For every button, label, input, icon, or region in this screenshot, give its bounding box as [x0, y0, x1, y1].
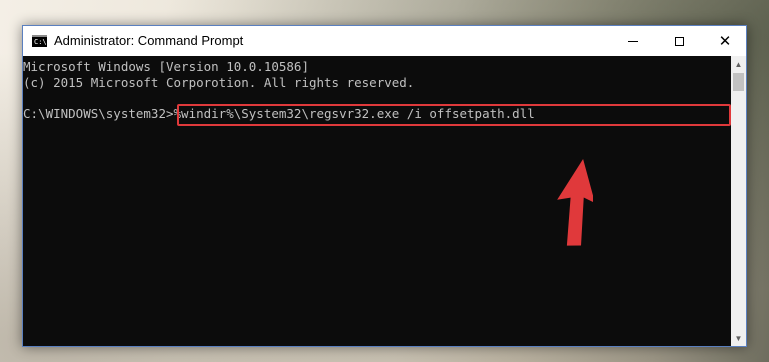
window-title: Administrator: Command Prompt — [54, 33, 244, 48]
cmd-icon: C:\ — [32, 35, 47, 47]
maximize-button[interactable] — [656, 26, 702, 56]
scrollbar-thumb[interactable] — [733, 73, 744, 91]
scroll-down-icon[interactable]: ▼ — [731, 330, 746, 346]
vertical-scrollbar[interactable]: ▲ ▼ — [731, 56, 746, 346]
command-highlight-box — [177, 104, 731, 126]
title-bar[interactable]: C:\ Administrator: Command Prompt ✕ — [23, 26, 746, 56]
console-output[interactable]: Microsoft Windows [Version 10.0.10586] (… — [23, 56, 731, 346]
minimize-icon — [628, 40, 638, 42]
close-icon: ✕ — [718, 32, 732, 50]
close-button[interactable]: ✕ — [702, 26, 748, 56]
red-arrow-icon — [557, 158, 593, 246]
console-line-version: Microsoft Windows [Version 10.0.10586] — [23, 59, 309, 74]
minimize-button[interactable] — [610, 26, 656, 56]
maximize-icon — [674, 36, 684, 46]
cmd-icon-label: C:\ — [34, 38, 47, 46]
console-line-copyright: (c) 2015 Microsoft Corporotion. All righ… — [23, 75, 415, 90]
console-prompt: C:\WINDOWS\system32> — [23, 106, 174, 121]
scroll-up-icon[interactable]: ▲ — [731, 56, 746, 72]
command-prompt-window[interactable]: C:\ Administrator: Command Prompt ✕ Micr… — [22, 25, 747, 347]
